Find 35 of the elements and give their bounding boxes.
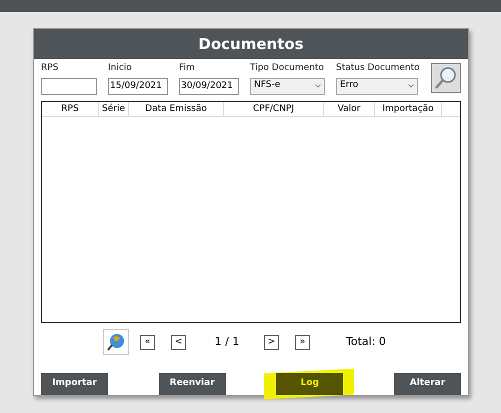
action-button[interactable]: Importar bbox=[41, 373, 108, 395]
dropdown-value: Erro bbox=[340, 79, 358, 92]
page-indicator: 1 / 1 bbox=[214, 334, 240, 350]
globe-icon bbox=[106, 332, 126, 352]
caret-icon bbox=[315, 84, 321, 88]
field-label: Status Documento bbox=[336, 62, 418, 75]
first-page-button[interactable]: « bbox=[140, 334, 155, 350]
field-label: RPS bbox=[41, 62, 60, 75]
action-button[interactable]: Reenviar bbox=[158, 373, 226, 395]
last-page-button[interactable]: » bbox=[295, 334, 310, 350]
total-count: Total: 0 bbox=[346, 334, 386, 350]
previous-page-button[interactable]: < bbox=[171, 334, 186, 350]
column-header[interactable]: Série bbox=[99, 102, 129, 116]
search-button[interactable] bbox=[431, 62, 461, 93]
input-field[interactable]: 30/09/2021 bbox=[179, 78, 239, 95]
action-button[interactable]: Alterar bbox=[394, 373, 461, 395]
field-label: Fim bbox=[179, 62, 196, 75]
column-header[interactable]: Importação bbox=[375, 102, 442, 116]
field-label: Inicio bbox=[108, 62, 133, 75]
column-header[interactable]: CPF/CNPJ bbox=[224, 102, 324, 116]
caret-icon bbox=[408, 84, 414, 88]
column-header[interactable]: RPS bbox=[42, 102, 99, 116]
input-field[interactable]: 15/09/2021 bbox=[108, 78, 168, 95]
globe-search-button[interactable] bbox=[103, 329, 129, 356]
dropdown[interactable]: NFS-e bbox=[250, 78, 325, 95]
field-label: Tipo Documento bbox=[250, 62, 325, 75]
dropdown[interactable]: Erro bbox=[336, 78, 418, 95]
dropdown-value: NFS-e bbox=[254, 79, 280, 92]
dialog-title: Documentos bbox=[34, 29, 468, 59]
input-field[interactable] bbox=[41, 78, 97, 95]
search-icon bbox=[434, 66, 458, 90]
next-page-button[interactable]: > bbox=[264, 334, 279, 350]
action-button[interactable]: Log bbox=[276, 373, 344, 395]
column-header[interactable]: Valor bbox=[324, 102, 375, 116]
column-header[interactable]: Data Emissão bbox=[129, 102, 224, 116]
